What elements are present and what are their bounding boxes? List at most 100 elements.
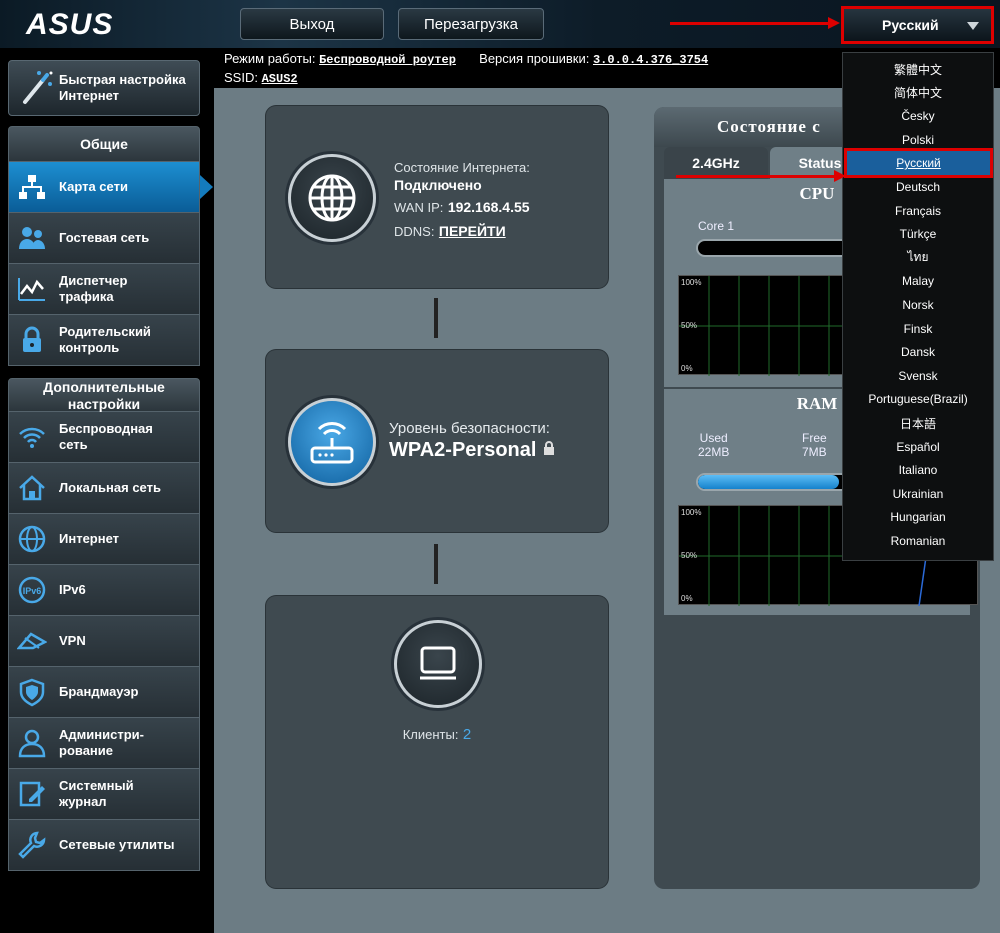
magic-wand-icon <box>23 71 53 104</box>
language-option[interactable]: Svensk <box>843 365 993 387</box>
graph-label-0: 0% <box>681 594 693 603</box>
sidebar-item-label-2: сеть <box>59 437 88 452</box>
mode-link[interactable]: Беспроводной роутер <box>319 53 456 67</box>
sidebar-item-label: Интернет <box>59 531 120 546</box>
wifi-icon <box>19 427 45 448</box>
language-option[interactable]: Italiano <box>843 459 993 481</box>
clients-icon-circle[interactable] <box>394 620 482 708</box>
internet-status-card[interactable]: Состояние Интернета: Подключено WAN IP: … <box>266 106 608 288</box>
language-option[interactable]: Norsk <box>843 294 993 316</box>
sidebar-item-parental-control[interactable]: Родительский контроль <box>8 315 200 366</box>
sidebar-item-label-2: контроль <box>59 340 120 355</box>
reboot-button[interactable]: Перезагрузка <box>398 8 544 40</box>
sidebar-item-internet[interactable]: Интернет <box>8 514 200 565</box>
language-option[interactable]: 繁體中文 <box>843 58 993 80</box>
ipv6-icon: IPv6 <box>18 576 46 604</box>
sidebar-item-firewall[interactable]: Брандмауэр <box>8 667 200 718</box>
traffic-chart-icon <box>18 278 45 301</box>
sidebar-item-label-2: рование <box>59 743 114 758</box>
ssid-label: SSID: <box>224 70 258 85</box>
connector-line <box>434 544 438 584</box>
clients-count[interactable]: 2 <box>463 726 471 743</box>
sidebar-item-traffic-manager[interactable]: Диспетчер трафика <box>8 264 200 315</box>
graph-label-0: 0% <box>681 364 693 373</box>
language-option[interactable]: 简体中文 <box>843 82 993 104</box>
globe-icon <box>308 174 356 222</box>
sidebar-item-ipv6[interactable]: IPv6 IPv6 <box>8 565 200 616</box>
sidebar-item-network-tools[interactable]: Сетевые утилиты <box>8 820 200 871</box>
advanced-header: Дополнительные настройки <box>8 378 200 412</box>
annotation-arrow <box>670 17 840 29</box>
language-option[interactable]: Deutsch <box>843 176 993 198</box>
graph-label-50: 50% <box>681 551 698 560</box>
language-option[interactable]: Finsk <box>843 318 993 340</box>
language-select[interactable]: Русский <box>841 6 994 44</box>
operation-info: Режим работы: Беспроводной роутер Версия… <box>224 51 708 67</box>
sidebar-item-label: VPN <box>59 633 86 648</box>
shield-icon <box>19 678 45 707</box>
lock-icon <box>544 441 555 455</box>
sidebar-item-label: Брандмауэр <box>59 684 139 699</box>
globe-status-icon-circle[interactable] <box>288 154 376 242</box>
svg-text:IPv6: IPv6 <box>23 586 42 596</box>
language-option[interactable]: Hungarian <box>843 506 993 528</box>
sidebar-item-lan[interactable]: Локальная сеть <box>8 463 200 514</box>
language-option[interactable]: Malay <box>843 270 993 292</box>
sidebar-item-label-2: журнал <box>59 794 107 809</box>
ram-usage-fill <box>698 475 840 489</box>
sidebar-item-label: Гостевая сеть <box>59 230 150 245</box>
monitor-icon <box>420 646 456 680</box>
language-option[interactable]: Česky <box>843 105 993 127</box>
clients-label: Клиенты: <box>402 727 459 742</box>
general-group: Общие Карта сети Гостевая сеть Диспетчер… <box>8 126 213 366</box>
home-icon <box>19 475 45 501</box>
firmware-link[interactable]: 3.0.0.4.376_3754 <box>593 53 708 67</box>
language-option[interactable]: Portuguese(Brazil) <box>843 388 993 410</box>
quick-setup-label-2: Интернет <box>59 88 120 103</box>
sidebar-item-system-log[interactable]: Системный журнал <box>8 769 200 820</box>
sidebar-item-guest-network[interactable]: Гостевая сеть <box>8 213 200 264</box>
language-dropdown: 繁體中文 简体中文 Česky Polski Русский Deutsch Françai… <box>842 52 994 561</box>
asus-logo: ASUS <box>26 8 114 41</box>
sidebar-item-vpn[interactable]: VPN <box>8 616 200 667</box>
connector-line <box>434 298 438 338</box>
quick-setup-label-1: Быстрая настройка <box>59 72 186 87</box>
quick-setup-button[interactable]: Быстрая настройка Интернет <box>8 60 200 116</box>
language-option[interactable]: Русский <box>844 148 993 179</box>
security-level-label: Уровень безопасности: <box>389 420 550 437</box>
sidebar-item-network-map[interactable]: Карта сети <box>8 162 213 213</box>
language-option[interactable]: Ukrainian <box>843 483 993 505</box>
security-card[interactable]: Уровень безопасности: WPA2-Personal <box>266 350 608 532</box>
language-select-value: Русский <box>882 17 939 33</box>
language-option[interactable]: ไทย <box>843 247 993 269</box>
lock-icon <box>23 326 41 352</box>
router-icon-circle[interactable] <box>288 398 376 486</box>
language-option[interactable]: Français <box>843 200 993 222</box>
router-icon <box>310 422 354 464</box>
advanced-header-2: настройки <box>67 396 141 412</box>
vpn-icon <box>17 632 47 650</box>
sidebar-item-label: Системный <box>59 778 134 793</box>
chevron-down-icon <box>967 22 979 30</box>
sidebar-item-wireless[interactable]: Беспроводная сеть <box>8 412 200 463</box>
ssid-link[interactable]: ASUS2 <box>262 72 298 86</box>
clients-card[interactable]: Клиенты: 2 <box>266 596 608 888</box>
internet-status-value: Подключено <box>394 177 482 193</box>
ram-used-value: 22MB <box>698 445 730 459</box>
sidebar-item-label-2: трафика <box>59 289 114 304</box>
language-option[interactable]: Dansk <box>843 341 993 363</box>
sidebar-item-administration[interactable]: Администри-рование <box>8 718 200 769</box>
globe-icon <box>18 525 46 553</box>
core-label: Core 1 <box>698 219 735 233</box>
wan-ip-value: 192.168.4.55 <box>447 199 530 215</box>
sidebar-item-label: Беспроводная <box>59 421 153 436</box>
language-option[interactable]: Español <box>843 436 993 458</box>
language-option[interactable]: Romanian <box>843 530 993 552</box>
language-option[interactable]: 日本語 <box>843 412 993 434</box>
mode-label: Режим работы: <box>224 51 316 66</box>
language-option[interactable]: Türkçe <box>843 223 993 245</box>
ddns-link[interactable]: ПЕРЕЙТИ <box>439 223 506 239</box>
logout-button[interactable]: Выход <box>240 8 384 40</box>
internet-status-label: Состояние Интернета: <box>394 160 530 175</box>
advanced-header-1: Дополнительные <box>43 379 165 395</box>
